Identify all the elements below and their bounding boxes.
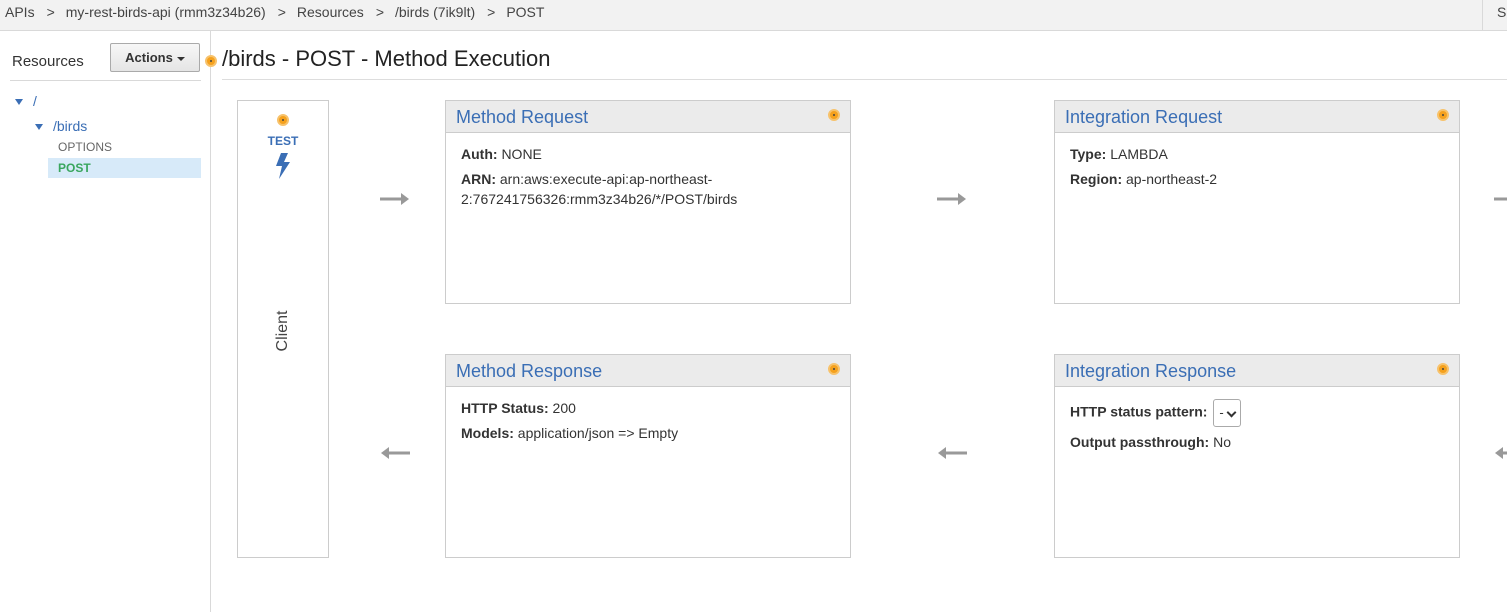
info-dot-icon[interactable] (1437, 109, 1449, 121)
models-row: Models: application/json => Empty (461, 423, 835, 443)
http-status-key: HTTP Status: (461, 400, 549, 416)
breadcrumb: APIs > my-rest-birds-api (rmm3z34b26) > Reso… (5, 4, 544, 20)
type-value: LAMBDA (1110, 146, 1168, 162)
tree-item-root-label: / (33, 93, 37, 109)
tree-method-post[interactable]: POST (48, 158, 201, 178)
actions-button[interactable]: Actions (110, 43, 200, 72)
info-dot-icon[interactable] (1437, 363, 1449, 375)
status-pattern-value: - (1219, 405, 1224, 420)
expand-triangle-icon[interactable] (15, 99, 23, 106)
integration-response-header: Integration Response (1055, 355, 1459, 387)
sidebar-divider (10, 80, 201, 81)
arrow-right-icon (937, 193, 966, 205)
top-right-menu[interactable]: S (1482, 0, 1506, 31)
integration-response-card: Integration Response HTTP status pattern… (1054, 354, 1460, 558)
tree-method-options[interactable]: OPTIONS (48, 137, 201, 157)
top-bar: APIs > my-rest-birds-api (rmm3z34b26) > Reso… (0, 0, 1507, 31)
http-status-row: HTTP Status: 200 (461, 398, 835, 418)
client-panel: TEST Client (237, 100, 329, 558)
method-response-title[interactable]: Method Response (456, 361, 602, 382)
breadcrumb-separator: > (277, 4, 286, 20)
status-pattern-key: HTTP status pattern: (1070, 403, 1208, 420)
passthrough-key: Output passthrough: (1070, 434, 1210, 450)
breadcrumb-method: POST (506, 4, 545, 20)
tree-item-root[interactable]: / (15, 93, 37, 109)
arrow-left-icon (381, 447, 410, 459)
breadcrumb-resource[interactable]: /birds (7ik9lt) (395, 4, 475, 20)
arrow-left-icon (1495, 447, 1507, 459)
method-request-body: Auth: NONE ARN: arn:aws:execute-api:ap-n… (446, 133, 850, 209)
title-divider (222, 79, 1507, 80)
method-request-header: Method Request (446, 101, 850, 133)
integration-request-body: Type: LAMBDA Region: ap-northeast-2 (1055, 133, 1459, 189)
expand-triangle-icon[interactable] (35, 124, 43, 131)
region-row: Region: ap-northeast-2 (1070, 169, 1444, 189)
integration-request-title[interactable]: Integration Request (1065, 107, 1222, 128)
tree-item-birds[interactable]: /birds (35, 118, 87, 134)
arrow-left-icon (938, 447, 967, 459)
tree-item-birds-label: /birds (53, 118, 88, 134)
breadcrumb-resources[interactable]: Resources (297, 4, 364, 20)
arrow-right-icon (1494, 197, 1507, 201)
lightning-bolt-icon[interactable] (274, 153, 292, 179)
integration-request-card: Integration Request Type: LAMBDA Region:… (1054, 100, 1460, 304)
integration-response-body: HTTP status pattern: - Output passthroug… (1055, 387, 1459, 452)
models-value: application/json => Empty (517, 425, 679, 441)
method-response-body: HTTP Status: 200 Models: application/jso… (446, 387, 850, 443)
test-link[interactable]: TEST (238, 134, 328, 148)
method-response-header: Method Response (446, 355, 850, 387)
region-value: ap-northeast-2 (1126, 171, 1218, 187)
breadcrumb-separator: > (46, 4, 55, 20)
type-key: Type: (1070, 146, 1107, 162)
status-pattern-select[interactable]: - (1213, 399, 1242, 427)
actions-label: Actions (125, 50, 173, 65)
integration-response-title[interactable]: Integration Response (1065, 361, 1236, 382)
status-pattern-row: HTTP status pattern: - (1070, 399, 1444, 427)
auth-key: Auth: (461, 146, 498, 162)
caret-down-icon (176, 56, 185, 61)
integration-request-header: Integration Request (1055, 101, 1459, 133)
info-dot-icon[interactable] (828, 109, 840, 121)
breadcrumb-separator: > (487, 4, 496, 20)
method-request-title[interactable]: Method Request (456, 107, 588, 128)
breadcrumb-apis[interactable]: APIs (5, 4, 35, 20)
passthrough-row: Output passthrough: No (1070, 432, 1444, 452)
method-response-card: Method Response HTTP Status: 200 Models:… (445, 354, 851, 558)
arn-key: ARN: (461, 171, 496, 187)
passthrough-value: No (1213, 434, 1231, 450)
sidebar-title: Resources (12, 53, 84, 70)
auth-row: Auth: NONE (461, 144, 835, 164)
info-dot-icon[interactable] (205, 55, 217, 67)
breadcrumb-separator: > (375, 4, 384, 20)
info-dot-icon[interactable] (828, 363, 840, 375)
arn-value: arn:aws:execute-api:ap-northeast-2:76724… (461, 171, 738, 207)
arn-row: ARN: arn:aws:execute-api:ap-northeast-2:… (461, 169, 835, 209)
models-key: Models: (461, 425, 514, 441)
method-request-card: Method Request Auth: NONE ARN: arn:aws:e… (445, 100, 851, 304)
auth-value: NONE (501, 146, 542, 162)
arrow-right-icon (380, 193, 409, 205)
info-dot-icon[interactable] (277, 114, 289, 126)
http-status-value: 200 (552, 400, 576, 416)
resources-sidebar: Resources Actions / /birds OPTIONS POST (0, 31, 211, 612)
region-key: Region: (1070, 171, 1123, 187)
client-label: Client (274, 310, 291, 352)
type-row: Type: LAMBDA (1070, 144, 1444, 164)
breadcrumb-api-name[interactable]: my-rest-birds-api (rmm3z34b26) (66, 4, 266, 20)
page-title: /birds - POST - Method Execution (222, 46, 551, 71)
